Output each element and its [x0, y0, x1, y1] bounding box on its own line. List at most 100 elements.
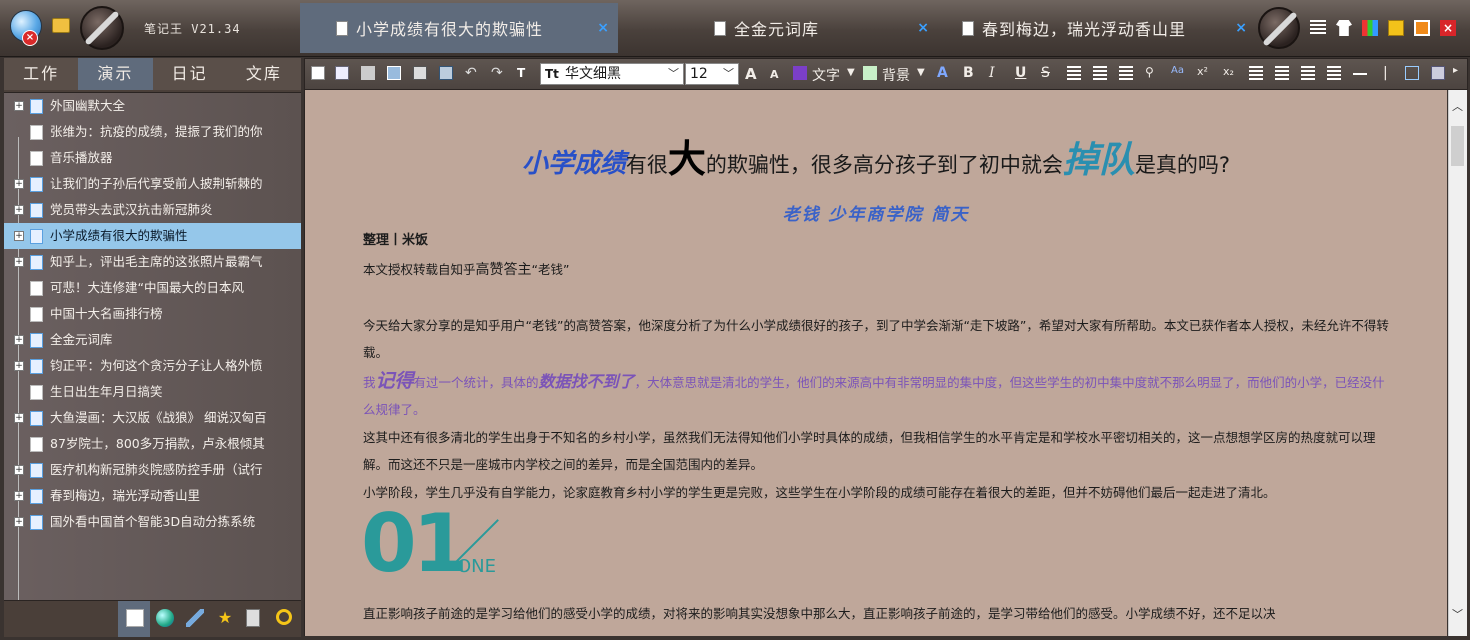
scroll-thumb[interactable] — [1451, 126, 1464, 166]
grow-font-icon[interactable]: A — [745, 65, 757, 83]
strikethrough-icon[interactable]: S — [1041, 65, 1050, 81]
tree-item-selected[interactable]: + 小学成绩有很大的欺骗性 — [4, 223, 301, 249]
pin-icon[interactable] — [186, 609, 204, 627]
logo-disk-icon[interactable] — [1258, 7, 1300, 49]
tab-doc-3[interactable]: 春到梅边，瑞光浮动香山里 × — [940, 3, 1256, 53]
align-left-icon[interactable] — [1067, 66, 1081, 80]
tree-item[interactable]: 音乐播放器 — [4, 145, 301, 171]
image-icon[interactable] — [387, 66, 401, 80]
tree-item[interactable]: 张维为：抗疫的成绩，提振了我们的你 — [4, 119, 301, 145]
scroll-down-icon[interactable]: ﹀ — [1452, 606, 1463, 622]
align-right-icon[interactable] — [1119, 66, 1133, 80]
expand-icon[interactable]: + — [14, 257, 24, 267]
tree-item[interactable]: + 大鱼漫画：大汉版《战狼》 细说汉匈百 — [4, 405, 301, 431]
align-center-icon[interactable] — [1093, 66, 1107, 80]
tree-item[interactable]: 87岁院士，800多万捐款，卢永根倾其 — [4, 431, 301, 457]
minimize-icon[interactable] — [1388, 20, 1404, 36]
find-icon[interactable]: ⚲ — [1145, 65, 1154, 79]
trash-icon[interactable] — [246, 609, 260, 627]
undo-icon[interactable]: ↶ — [465, 66, 479, 80]
list-view-icon[interactable] — [1310, 20, 1326, 36]
chevron-down-icon: ﹀ — [668, 67, 679, 80]
tree-item[interactable]: + 外国幽默大全 — [4, 93, 301, 119]
expand-icon[interactable]: + — [14, 179, 24, 189]
table-icon[interactable] — [439, 66, 453, 80]
close-icon[interactable]: × — [597, 20, 610, 36]
font-size-select[interactable]: 12 ﹀ — [685, 63, 739, 85]
tree-item[interactable]: + 党员带头去武汉抗击新冠肺炎 — [4, 197, 301, 223]
tab-diary[interactable]: 日记 — [153, 58, 227, 90]
chevron-down-icon[interactable]: ▼ — [847, 67, 855, 78]
search-icon[interactable] — [276, 609, 292, 625]
print-icon[interactable] — [413, 66, 427, 80]
tree-item[interactable]: 中国十大名画排行榜 — [4, 301, 301, 327]
outdent-icon[interactable] — [1275, 66, 1289, 80]
expand-icon[interactable]: + — [14, 335, 24, 345]
font-color-icon[interactable]: A — [937, 65, 948, 81]
bullet-list-icon[interactable] — [1327, 66, 1341, 80]
redo-icon[interactable]: ↷ — [491, 66, 505, 80]
expand-icon[interactable]: + — [14, 205, 24, 215]
close-icon[interactable]: × — [1235, 20, 1248, 36]
tab-doc-1[interactable]: 小学成绩有很大的欺骗性 × — [300, 3, 618, 53]
subscript-icon[interactable]: x₂ — [1223, 65, 1234, 78]
shirt-icon[interactable] — [1336, 20, 1352, 36]
expand-icon[interactable]: + — [14, 101, 24, 111]
close-window-icon[interactable]: × — [1440, 20, 1456, 36]
frame-icon[interactable] — [1405, 66, 1419, 80]
tab-doc-2[interactable]: 全金元词库 × — [620, 3, 938, 53]
tree-item[interactable]: 可悲！大连修建“中国最大的日本风 — [4, 275, 301, 301]
expand-icon[interactable]: + — [14, 231, 24, 241]
tab-demo[interactable]: 演示 — [78, 58, 153, 90]
horizontal-rule-icon[interactable] — [1353, 73, 1367, 75]
tree-item[interactable]: + 春到梅边，瑞光浮动香山里 — [4, 483, 301, 509]
palette-icon[interactable] — [1362, 20, 1378, 36]
tree-item[interactable]: + 全金元词库 — [4, 327, 301, 353]
insert-table-icon[interactable] — [1431, 66, 1445, 80]
expand-icon[interactable]: + — [14, 517, 24, 527]
numbered-list-icon[interactable] — [1301, 66, 1315, 80]
scroll-up-icon[interactable]: ︿ — [1452, 98, 1463, 114]
close-icon[interactable]: × — [917, 20, 930, 36]
expand-icon[interactable]: + — [14, 413, 24, 423]
tree-item[interactable]: + 让我们的子孙后代享受前人披荆斩棘的 — [4, 171, 301, 197]
tree-item[interactable]: + 知乎上，评出毛主席的这张照片最霸气 — [4, 249, 301, 275]
text-color-label[interactable]: 文字 — [812, 65, 840, 85]
close-badge-icon[interactable]: × — [22, 30, 38, 46]
editor-document[interactable]: 小学成绩有很大的欺骗性，很多高分孩子到了初中就会掉队是真的吗? 老钱 少年商学院… — [304, 90, 1447, 636]
tree-item[interactable]: 生日出生年月日搞笑 — [4, 379, 301, 405]
replace-icon[interactable]: Aa — [1171, 65, 1184, 76]
expand-icon[interactable]: + — [14, 491, 24, 501]
maximize-icon[interactable] — [1414, 20, 1430, 36]
italic-icon[interactable]: I — [989, 65, 995, 81]
background-color-label[interactable]: 背景 — [882, 65, 910, 85]
indent-icon[interactable] — [1249, 66, 1263, 80]
tree-item[interactable]: + 医疗机构新冠肺炎院感防控手册（试行 — [4, 457, 301, 483]
note-icon[interactable] — [126, 609, 144, 627]
star-icon[interactable]: ★ — [216, 609, 234, 627]
tree-item[interactable]: + 钧正平：为何这个贪污分子让人格外愤 — [4, 353, 301, 379]
tab-library[interactable]: 文库 — [227, 58, 301, 90]
sidebar-footer: ★ — [4, 600, 301, 637]
text-color-swatch[interactable] — [793, 66, 807, 80]
globe-icon[interactable] — [156, 609, 174, 627]
background-color-swatch[interactable] — [863, 66, 877, 80]
tab-work[interactable]: 工作 — [4, 58, 78, 90]
underline-icon[interactable]: U — [1015, 65, 1026, 81]
superscript-icon[interactable]: x² — [1197, 65, 1208, 78]
tree-item[interactable]: + 国外看中国首个智能3D自动分拣系统 — [4, 509, 301, 535]
logo-disk-icon[interactable] — [80, 6, 124, 50]
copy-icon[interactable] — [361, 66, 375, 80]
chevron-down-icon[interactable]: ▼ — [917, 67, 925, 78]
more-arrow-icon[interactable]: ▸ — [1453, 65, 1458, 76]
expand-icon[interactable]: + — [14, 465, 24, 475]
folder-icon[interactable] — [52, 18, 70, 33]
vertical-scrollbar[interactable]: ︿ ﹀ — [1448, 90, 1467, 636]
bold-icon[interactable]: B — [963, 65, 974, 81]
shrink-font-icon[interactable]: A — [770, 68, 779, 81]
expand-icon[interactable]: + — [14, 361, 24, 371]
font-icon[interactable]: T — [517, 66, 531, 80]
book-icon[interactable] — [335, 66, 349, 80]
new-note-icon[interactable] — [311, 66, 325, 80]
font-family-select[interactable]: Tt 华文细黑 ﹀ — [540, 63, 684, 85]
